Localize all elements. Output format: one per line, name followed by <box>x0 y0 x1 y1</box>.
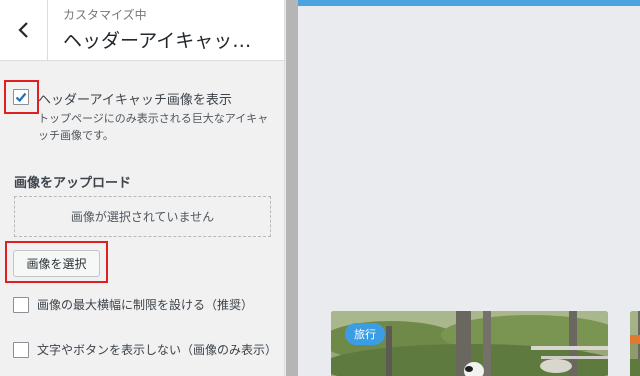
select-image-button[interactable]: 画像を選択 <box>13 250 100 277</box>
post-card[interactable] <box>630 311 640 376</box>
limit-width-checkbox[interactable] <box>13 297 29 313</box>
checkmark-icon <box>15 92 27 103</box>
limit-width-label[interactable]: 画像の最大横幅に制限を設ける（推奨） <box>37 296 253 313</box>
show-eyecatch-label[interactable]: ヘッダーアイキャッチ画像を表示 <box>38 89 232 108</box>
customizer-sidebar: カスタマイズ中 ヘッダーアイキャッ… ヘッダーアイキャッチ画像を表示 トップペー… <box>0 0 285 376</box>
chevron-left-icon <box>17 22 28 38</box>
hide-text-label[interactable]: 文字やボタンを表示しない（画像のみ表示） <box>37 341 277 359</box>
post-card[interactable]: 旅行 <box>331 311 608 376</box>
customizing-label: カスタマイズ中 <box>63 8 147 22</box>
hide-text-checkbox[interactable] <box>13 342 29 358</box>
upload-heading: 画像をアップロード <box>14 176 132 191</box>
section-header: カスタマイズ中 ヘッダーアイキャッ… <box>0 0 284 61</box>
image-placeholder: 画像が選択されていません <box>14 196 271 237</box>
show-eyecatch-checkbox[interactable] <box>13 89 29 105</box>
no-image-text: 画像が選択されていません <box>70 210 215 224</box>
site-preview: 旅行 <box>298 0 640 376</box>
category-badge[interactable]: 旅行 <box>345 323 385 345</box>
sidebar-scrollbar[interactable] <box>286 0 298 376</box>
preview-header-bar <box>298 0 640 6</box>
show-eyecatch-description: トップページにのみ表示される巨大なアイキャッチ画像です。 <box>38 112 269 142</box>
back-button[interactable] <box>0 0 48 60</box>
section-title: ヘッダーアイキャッ… <box>63 30 252 52</box>
post-thumbnail <box>630 311 640 376</box>
